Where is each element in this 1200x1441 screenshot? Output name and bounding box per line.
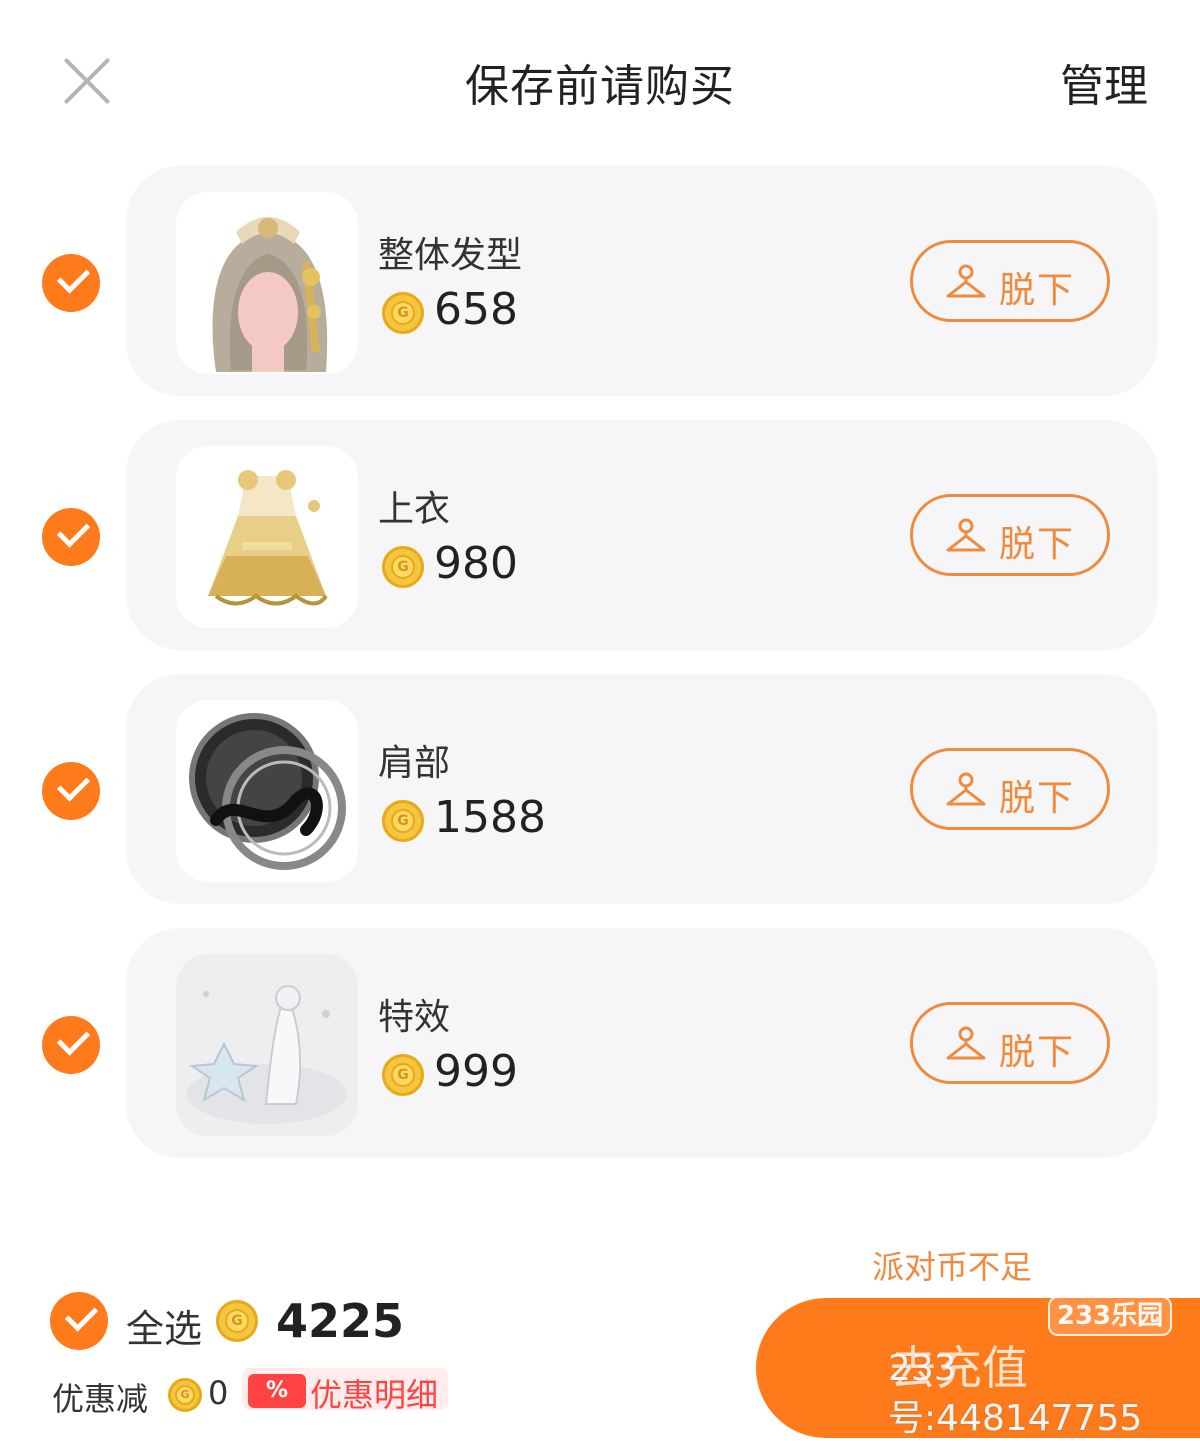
effect-image [176, 954, 358, 1136]
item-checkbox[interactable] [42, 1016, 100, 1074]
hanger-icon [946, 772, 986, 806]
item-name: 整体发型 [378, 235, 523, 276]
item-thumbnail [176, 954, 358, 1136]
remove-button[interactable]: 脱下 [910, 748, 1110, 830]
item-price: 658 [434, 284, 518, 335]
item-price: 999 [434, 1046, 518, 1097]
coin-icon: G [216, 1300, 258, 1342]
page-title: 保存前请购买 [465, 61, 735, 112]
coin-icon: G [382, 292, 424, 334]
remove-label: 脱下 [999, 270, 1076, 311]
item-thumbnail [176, 192, 358, 374]
list-item: 特效 G 999 脱下 [126, 928, 1158, 1158]
list-item: 肩部 G 1588 脱下 [126, 674, 1158, 904]
remove-label: 脱下 [999, 524, 1076, 565]
discount-detail-button[interactable]: % 优惠明细 [242, 1368, 448, 1410]
manage-button[interactable]: 管理 [1060, 50, 1148, 114]
discount-label: 优惠减 [52, 1380, 149, 1418]
item-checkbox[interactable] [42, 508, 100, 566]
coin-icon: G [382, 800, 424, 842]
remove-button[interactable]: 脱下 [910, 494, 1110, 576]
watermark-text: 233号:448147755 [888, 1348, 1143, 1439]
item-name: 特效 [378, 997, 451, 1038]
item-price: 980 [434, 538, 518, 589]
top-garment-image [176, 446, 358, 628]
item-thumbnail [176, 446, 358, 628]
discount-value: 0 [208, 1374, 229, 1412]
remove-label: 脱下 [999, 778, 1076, 819]
select-all-label[interactable]: 全选 [126, 1298, 202, 1353]
item-thumbnail [176, 700, 358, 882]
header: 保存前请购买 管理 [0, 0, 1200, 160]
coin-icon: G [382, 546, 424, 588]
item-checkbox[interactable] [42, 254, 100, 312]
percent-icon: % [248, 1374, 306, 1408]
total-price: 4225 [276, 1294, 405, 1348]
item-name: 肩部 [378, 743, 451, 784]
item-name: 上衣 [378, 489, 451, 530]
remove-button[interactable]: 脱下 [910, 1002, 1110, 1084]
list-item: 上衣 G 980 脱下 [126, 420, 1158, 650]
select-all-checkbox[interactable] [50, 1292, 108, 1350]
item-price: 1588 [434, 792, 546, 843]
discount-detail-label: 优惠明细 [310, 1376, 439, 1410]
watermark-logo: 233乐园 [1048, 1296, 1172, 1336]
hairstyle-image [176, 192, 358, 374]
hanger-icon [946, 518, 986, 552]
insufficient-coins-text: 派对币不足 [872, 1248, 1033, 1286]
coin-icon: G [382, 1054, 424, 1096]
hanger-icon [946, 1026, 986, 1060]
list-item: 整体发型 G 658 脱下 [126, 166, 1158, 396]
item-checkbox[interactable] [42, 762, 100, 820]
shoulder-accessory-image [176, 700, 358, 882]
hanger-icon [946, 264, 986, 298]
remove-button[interactable]: 脱下 [910, 240, 1110, 322]
remove-label: 脱下 [999, 1032, 1076, 1073]
